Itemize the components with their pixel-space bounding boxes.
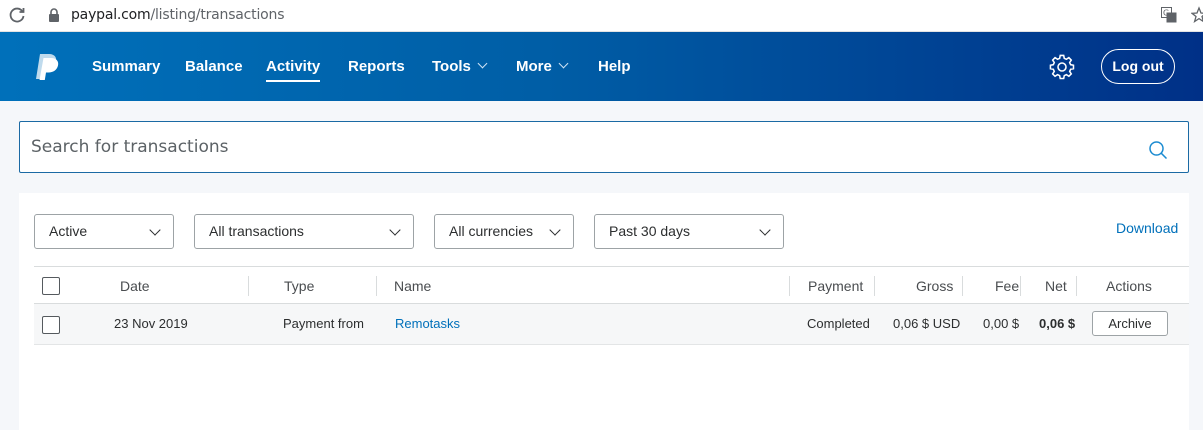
- nav-activity[interactable]: Activity: [266, 58, 321, 82]
- nav-reports[interactable]: Reports: [348, 58, 405, 75]
- period-filter-value: Past 30 days: [609, 223, 690, 239]
- url-text[interactable]: paypal.com/listing/transactions: [71, 7, 284, 23]
- bookmark-star-icon[interactable]: [1191, 6, 1203, 24]
- chevron-down-icon: [389, 224, 401, 236]
- row-name-link[interactable]: Remotasks: [395, 316, 460, 331]
- nav-more-label: More: [516, 58, 552, 75]
- nav-tools-label: Tools: [432, 58, 471, 75]
- type-filter-select[interactable]: All transactions: [194, 214, 414, 249]
- select-all-checkbox[interactable]: [42, 277, 60, 295]
- currency-filter-select[interactable]: All currencies: [434, 214, 574, 249]
- row-payment-status: Completed: [807, 316, 870, 331]
- browser-address-bar: paypal.com/listing/transactions G: [0, 0, 1203, 32]
- paypal-logo-icon[interactable]: [34, 53, 60, 81]
- nav-tools[interactable]: Tools: [432, 58, 488, 75]
- transactions-panel: Active All transactions All currencies P…: [19, 193, 1189, 430]
- svg-text:G: G: [1163, 9, 1169, 18]
- chevron-down-icon: [477, 58, 488, 69]
- paypal-header: Summary Balance Activity Reports Tools M…: [0, 32, 1203, 101]
- nav-summary[interactable]: Summary: [92, 58, 160, 75]
- row-fee: 0,00 $: [983, 316, 1020, 331]
- gear-icon[interactable]: [1049, 54, 1075, 80]
- period-filter-select[interactable]: Past 30 days: [594, 214, 784, 249]
- column-divider: [874, 276, 875, 296]
- column-divider: [789, 276, 790, 296]
- chevron-down-icon: [759, 224, 771, 236]
- row-select-checkbox[interactable]: [42, 316, 60, 334]
- logout-button[interactable]: Log out: [1101, 49, 1175, 84]
- column-header-name[interactable]: Name: [394, 278, 431, 294]
- transaction-search-box[interactable]: [19, 121, 1189, 173]
- reload-icon[interactable]: [8, 6, 26, 24]
- column-header-net[interactable]: Net: [1045, 278, 1067, 294]
- row-type: Payment from: [283, 316, 364, 331]
- currency-filter-value: All currencies: [449, 223, 534, 239]
- row-gross: 0,06 $ USD: [893, 316, 961, 331]
- column-divider: [962, 276, 963, 296]
- search-icon[interactable]: [1148, 140, 1168, 160]
- table-row[interactable]: 23 Nov 2019 Payment from Remotasks Compl…: [34, 304, 1189, 345]
- row-net: 0,06 $: [1039, 316, 1076, 331]
- search-input[interactable]: [31, 134, 1131, 160]
- lock-icon[interactable]: [47, 7, 61, 23]
- chevron-down-icon: [149, 224, 161, 236]
- column-header-payment[interactable]: Payment: [808, 278, 863, 294]
- status-filter-value: Active: [49, 223, 88, 239]
- column-divider: [248, 276, 249, 296]
- type-filter-value: All transactions: [209, 223, 304, 239]
- table-header: Date Type Name Payment Gross Fee Net Act…: [34, 266, 1189, 304]
- status-filter-select[interactable]: Active: [34, 214, 174, 249]
- column-header-gross[interactable]: Gross: [916, 278, 953, 294]
- nav-balance[interactable]: Balance: [185, 58, 243, 75]
- translate-icon[interactable]: G: [1161, 7, 1177, 23]
- column-header-type[interactable]: Type: [284, 278, 314, 294]
- nav-more[interactable]: More: [516, 58, 569, 75]
- column-divider: [376, 276, 377, 296]
- column-divider: [1076, 276, 1077, 296]
- column-header-date[interactable]: Date: [120, 278, 150, 294]
- row-date: 23 Nov 2019: [114, 316, 188, 331]
- column-header-fee[interactable]: Fee: [995, 278, 1019, 294]
- nav-help[interactable]: Help: [598, 58, 631, 75]
- chevron-down-icon: [558, 58, 569, 69]
- archive-button[interactable]: Archive: [1092, 311, 1168, 336]
- column-divider: [1020, 276, 1021, 296]
- column-header-actions: Actions: [1106, 278, 1152, 294]
- download-link[interactable]: Download: [1116, 220, 1178, 236]
- chevron-down-icon: [549, 224, 561, 236]
